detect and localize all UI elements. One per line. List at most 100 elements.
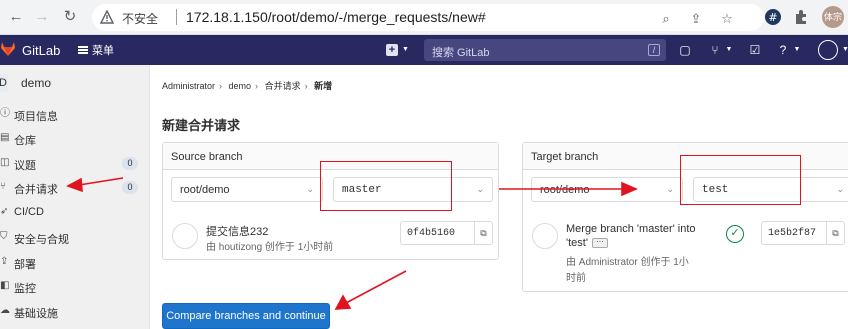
copy-icon[interactable]: ⧉ bbox=[826, 222, 844, 244]
target-commit-title-text: 'test' bbox=[566, 237, 588, 249]
sidebar-item-label: 合并请求 bbox=[14, 184, 58, 196]
chevron-down-icon[interactable]: ▼ bbox=[842, 46, 848, 53]
annotation-arrow-button bbox=[345, 270, 407, 304]
chevron-down-icon: ⌄ bbox=[836, 184, 844, 194]
source-commit-title[interactable]: 提交信息232 bbox=[206, 223, 268, 239]
target-sha-text: 1e5b2f87 bbox=[768, 228, 817, 239]
chevron-down-icon: ⌄ bbox=[306, 184, 314, 194]
search-shortcut-key: / bbox=[648, 44, 660, 56]
annotation-box-source-branch bbox=[320, 161, 452, 211]
profile-avatar[interactable]: 体宗 bbox=[822, 6, 844, 28]
address-bar[interactable]: 不安全 172.18.1.150/root/demo/-/merge_reque… bbox=[92, 4, 764, 31]
extension-hash-icon[interactable]: # bbox=[764, 8, 782, 26]
search-placeholder: 搜索 GitLab bbox=[432, 47, 490, 59]
gitlab-brand[interactable]: GitLab bbox=[22, 43, 60, 58]
source-project-dropdown[interactable]: root/demo ⌄ bbox=[171, 177, 323, 202]
sidebar-item-monitor[interactable]: ◧ 监控 bbox=[0, 277, 150, 297]
sidebar-item-infrastructure[interactable]: ☁ 基础设施 bbox=[0, 302, 150, 322]
merge-requests-icon[interactable]: ⑂ bbox=[708, 43, 722, 57]
breadcrumb-current[interactable]: 新增 bbox=[314, 81, 332, 91]
address-divider bbox=[176, 9, 177, 25]
rocket-icon: ➶ bbox=[0, 206, 9, 217]
source-branch-heading: Source branch bbox=[171, 151, 243, 163]
target-project-dropdown[interactable]: root/demo ⌄ bbox=[531, 177, 683, 202]
count-badge: 0 bbox=[122, 181, 138, 194]
sidebar-item-security[interactable]: ⛉ 安全与合规 bbox=[0, 228, 150, 248]
menu-label: 菜单 bbox=[92, 45, 114, 57]
menu-button[interactable]: 菜单 bbox=[78, 42, 114, 58]
zoom-icon[interactable]: ⌕ bbox=[658, 11, 674, 27]
breadcrumb-separator: › bbox=[255, 81, 259, 91]
warning-icon bbox=[100, 10, 114, 24]
pipeline-success-icon[interactable]: ✓ bbox=[726, 225, 744, 243]
source-project-value: root/demo bbox=[180, 184, 230, 196]
search-input[interactable]: 搜索 GitLab / bbox=[424, 39, 666, 61]
puzzle-extensions-icon[interactable] bbox=[792, 8, 810, 26]
shield-icon: ⛉ bbox=[0, 231, 8, 242]
merge-request-icon: ⑂ bbox=[0, 181, 6, 192]
deploy-icon: ⇪ bbox=[0, 256, 9, 267]
breadcrumb-item[interactable]: Administrator bbox=[162, 81, 215, 91]
sidebar-item-merge-requests[interactable]: ⑂ 合并请求 0 bbox=[0, 178, 150, 198]
help-icon[interactable]: ? bbox=[776, 43, 790, 57]
page-title: 新建合并请求 bbox=[162, 118, 241, 133]
breadcrumb-separator: › bbox=[219, 81, 223, 91]
sidebar-item-project-info[interactable]: ⓘ 项目信息 bbox=[0, 105, 150, 125]
forward-icon[interactable]: → bbox=[32, 7, 52, 27]
sidebar-item-label: 部署 bbox=[14, 259, 36, 271]
chevron-down-icon[interactable]: ▼ bbox=[402, 46, 409, 53]
issues-icon[interactable]: ▢ bbox=[678, 43, 692, 57]
sidebar-item-label: 监控 bbox=[14, 283, 36, 295]
back-icon[interactable]: ← bbox=[6, 7, 26, 27]
user-avatar[interactable] bbox=[818, 40, 838, 60]
target-commit-title-line2[interactable]: 'test' ··· bbox=[566, 237, 608, 249]
issues-icon: ◫ bbox=[0, 157, 10, 168]
target-commit-meta-line2: 时前 bbox=[566, 273, 586, 284]
sidebar-item-deployments[interactable]: ⇪ 部署 bbox=[0, 253, 150, 273]
sidebar-item-label: 项目信息 bbox=[14, 111, 58, 123]
annotation-box-target-branch bbox=[680, 155, 801, 205]
breadcrumb-separator: › bbox=[304, 81, 308, 91]
breadcrumb: Administrator › demo › 合并请求 › 新增 bbox=[162, 79, 336, 92]
hamburger-icon bbox=[78, 46, 88, 54]
sidebar-item-issues[interactable]: ◫ 议题 0 bbox=[0, 154, 150, 174]
sidebar-item-label: 基础设施 bbox=[14, 308, 58, 320]
chevron-down-icon: ⌄ bbox=[476, 184, 484, 194]
reload-icon[interactable]: ↻ bbox=[60, 7, 80, 27]
target-commit-sha[interactable]: 1e5b2f87 ⧉ bbox=[761, 221, 845, 245]
breadcrumb-item[interactable]: demo bbox=[229, 81, 252, 91]
sidebar-item-cicd[interactable]: ➶ CI/CD bbox=[0, 203, 150, 223]
url-text[interactable]: 172.18.1.150/root/demo/-/merge_requests/… bbox=[186, 9, 486, 25]
gitlab-topbar: GitLab 菜单 + ▼ 搜索 GitLab / ▢ ⑂ ▼ ☑ ? ▼ ▼ bbox=[0, 35, 848, 65]
chevron-down-icon[interactable]: ▼ bbox=[722, 43, 736, 57]
sidebar-project-header[interactable]: D demo bbox=[0, 74, 150, 92]
sidebar-item-label: 安全与合规 bbox=[14, 234, 69, 246]
source-commit-meta: 由 houtizong 创作于 1小时前 bbox=[206, 242, 334, 253]
sidebar-item-label: CI/CD bbox=[14, 206, 44, 218]
source-commit-sha[interactable]: 0f4b5160 ⧉ bbox=[400, 221, 493, 245]
target-branch-heading: Target branch bbox=[531, 151, 599, 163]
target-commit-title-line1[interactable]: Merge branch 'master' into bbox=[566, 223, 696, 235]
monitor-icon: ◧ bbox=[0, 280, 10, 291]
new-item-plus-icon[interactable]: + bbox=[386, 44, 398, 56]
breadcrumb-item[interactable]: 合并请求 bbox=[265, 81, 301, 91]
share-icon[interactable]: ⇪ bbox=[688, 11, 704, 27]
chevron-down-icon[interactable]: ▼ bbox=[790, 43, 804, 57]
doc-icon: ▤ bbox=[0, 132, 10, 143]
chevron-down-icon: ⌄ bbox=[666, 184, 674, 194]
gitlab-logo-icon[interactable] bbox=[0, 41, 16, 57]
compare-branches-button[interactable]: Compare branches and continue bbox=[162, 303, 330, 329]
annotation-arrowhead-button bbox=[334, 294, 352, 310]
copy-icon[interactable]: ⧉ bbox=[474, 222, 492, 244]
expand-ellipsis-button[interactable]: ··· bbox=[591, 238, 608, 249]
sidebar-item-label: 仓库 bbox=[14, 135, 36, 147]
target-project-value: root/demo bbox=[540, 184, 590, 196]
commit-author-avatar bbox=[532, 223, 558, 249]
browser-toolbar: ← → ↻ 不安全 172.18.1.150/root/demo/-/merge… bbox=[0, 0, 848, 35]
bookmark-star-icon[interactable]: ☆ bbox=[719, 11, 735, 27]
count-badge: 0 bbox=[122, 157, 138, 170]
sidebar-item-repository[interactable]: ▤ 仓库 bbox=[0, 129, 150, 149]
todo-check-icon[interactable]: ☑ bbox=[748, 43, 762, 57]
info-icon: ⓘ bbox=[0, 108, 10, 119]
project-sidebar: D demo ⓘ 项目信息 ▤ 仓库 ◫ 议题 0 ⑂ 合并请求 0 ➶ CI/… bbox=[0, 65, 150, 329]
